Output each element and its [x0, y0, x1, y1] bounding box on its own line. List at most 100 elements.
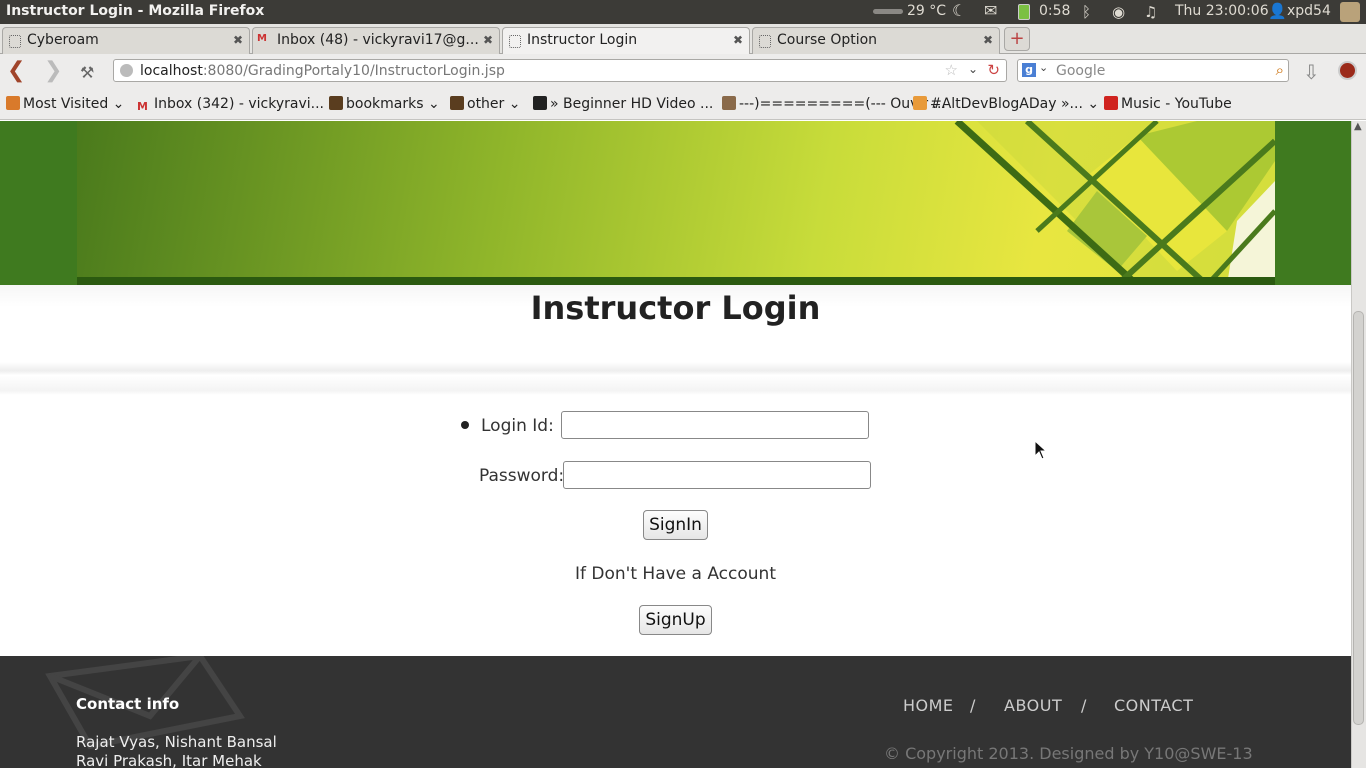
search-icon[interactable]: ⌕: [1276, 61, 1284, 79]
session-icon[interactable]: [1340, 2, 1360, 22]
bookmark-label: Inbox (342) - vickyravi...: [154, 96, 324, 112]
footer-link-home[interactable]: HOME: [903, 696, 954, 715]
gmail-icon: M: [257, 33, 267, 44]
chevron-down-icon: ⌄: [1087, 96, 1100, 112]
contact-names-line: Rajat Vyas, Nishant Bansal: [76, 733, 277, 751]
tab-label: Inbox (48) - vickyravi17@g...: [277, 32, 479, 48]
close-tab-icon[interactable]: ✖: [233, 33, 243, 47]
system-top-bar: Instructor Login - Mozilla Firefox 29 °C…: [0, 0, 1366, 24]
login-id-input[interactable]: [561, 411, 869, 439]
page-viewport: Instructor Login Login Id: Password: Sig…: [0, 121, 1351, 768]
tab-label: Instructor Login: [527, 32, 638, 48]
tab-cyberoam[interactable]: Cyberoam ✖: [2, 27, 250, 54]
footer-separator: /: [1081, 696, 1087, 715]
site-icon: [533, 96, 547, 110]
page-icon: [759, 35, 771, 48]
battery-icon[interactable]: [1018, 4, 1030, 20]
close-tab-icon[interactable]: ✖: [733, 33, 743, 47]
volume-icon[interactable]: ♫: [1144, 3, 1157, 21]
mouse-cursor-icon: [1034, 440, 1048, 460]
footer-link-contact[interactable]: CONTACT: [1114, 696, 1193, 715]
login-id-label: Login Id:: [481, 416, 554, 436]
rss-folder-icon: [6, 96, 20, 110]
footer-separator: /: [970, 696, 976, 715]
site-icon: [722, 96, 736, 110]
page-icon: [9, 35, 21, 48]
close-tab-icon[interactable]: ✖: [483, 33, 493, 47]
tab-label: Cyberoam: [27, 32, 99, 48]
search-placeholder: Google: [1056, 63, 1106, 79]
scrollbar-thumb[interactable]: [1353, 311, 1364, 725]
scroll-up-arrow-icon[interactable]: ▲: [1354, 121, 1362, 132]
signin-button[interactable]: SignIn: [643, 510, 708, 540]
password-input[interactable]: [563, 461, 871, 489]
gmail-icon: M: [137, 100, 148, 113]
bookmark-folder-bookmarks[interactable]: bookmarks ⌄: [329, 96, 440, 112]
bookmark-beginner-hd[interactable]: » Beginner HD Video ...: [533, 96, 713, 112]
url-host: localhost: [140, 63, 203, 79]
copyright-text: © Copyright 2013. Designed by Y10@SWE-13: [884, 744, 1253, 763]
bookmarks-toolbar: Most Visited ⌄ M Inbox (342) - vickyravi.…: [0, 90, 1366, 120]
temperature-indicator[interactable]: 29 °C: [907, 3, 946, 19]
page-icon: [509, 35, 521, 48]
addon-icon[interactable]: [1338, 61, 1357, 80]
moon-icon[interactable]: ☾: [952, 1, 966, 20]
history-icon[interactable]: ⚒: [80, 62, 94, 84]
youtube-icon: [1104, 96, 1118, 110]
tab-bar: Cyberoam ✖ M Inbox (48) - vickyravi17@g.…: [0, 24, 1366, 54]
page-title: Instructor Login: [530, 289, 821, 327]
new-tab-button[interactable]: +: [1004, 27, 1030, 51]
url-path: :8080/GradingPortaly10/InstructorLogin.j…: [202, 63, 505, 79]
banner-stripe: [77, 277, 1275, 285]
bookmark-altdevblog[interactable]: #AltDevBlogADay »... ⌄: [913, 96, 1099, 112]
folder-icon: [450, 96, 464, 110]
mail-icon[interactable]: ✉: [984, 1, 997, 20]
user-name[interactable]: xpd54: [1287, 3, 1331, 19]
contact-info-heading: Contact info: [76, 695, 180, 713]
footer-link-about[interactable]: ABOUT: [1004, 696, 1062, 715]
chevron-down-icon: ⌄: [427, 96, 440, 112]
bookmark-label: Music - YouTube: [1121, 96, 1232, 112]
url-dropdown-icon[interactable]: ⌄: [968, 62, 978, 76]
forward-button[interactable]: ❯: [44, 60, 62, 82]
tab-instructor-login[interactable]: Instructor Login ✖: [502, 27, 750, 54]
password-label: Password:: [479, 466, 565, 486]
contact-names-line: Ravi Prakash, Itar Mehak: [76, 752, 262, 768]
battery-time[interactable]: 0:58: [1039, 3, 1070, 19]
reload-icon[interactable]: ↻: [987, 61, 1000, 79]
header-banner: [77, 121, 1275, 285]
engine-dropdown-icon[interactable]: ⌄: [1039, 61, 1048, 74]
clock[interactable]: Thu 23:00:06: [1175, 3, 1269, 19]
search-bar[interactable]: g ⌄ Google ⌕: [1017, 59, 1289, 82]
window-title: Instructor Login - Mozilla Firefox: [6, 3, 265, 19]
bookmark-most-visited[interactable]: Most Visited ⌄: [6, 96, 124, 112]
chevron-down-icon: ⌄: [508, 96, 521, 112]
bluetooth-icon[interactable]: ᛒ: [1082, 3, 1091, 21]
bookmark-label: Most Visited: [23, 96, 109, 112]
footer: Contact info Rajat Vyas, Nishant Bansal …: [0, 656, 1351, 768]
site-identity-icon[interactable]: [120, 64, 133, 77]
url-bar[interactable]: localhost:8080/GradingPortaly10/Instruct…: [113, 59, 1007, 82]
tab-inbox[interactable]: M Inbox (48) - vickyravi17@g... ✖: [252, 27, 500, 54]
network-icon[interactable]: ◉: [1112, 3, 1125, 21]
bookmark-label: » Beginner HD Video ...: [550, 96, 714, 112]
bookmark-label: bookmarks: [346, 96, 424, 112]
back-button[interactable]: ❮: [7, 60, 25, 82]
bookmark-label: other: [467, 96, 505, 112]
bookmark-star-icon[interactable]: ☆: [945, 61, 958, 79]
tab-label: Course Option: [777, 32, 878, 48]
google-engine-icon[interactable]: g: [1022, 63, 1036, 77]
weather-icon[interactable]: [873, 9, 903, 14]
bullet-icon: [461, 421, 469, 429]
user-icon[interactable]: 👤: [1268, 2, 1287, 20]
download-icon[interactable]: ⇩: [1303, 60, 1320, 84]
contact-names: Rajat Vyas, Nishant Bansal Ravi Prakash,…: [76, 733, 277, 768]
signup-button[interactable]: SignUp: [639, 605, 712, 635]
close-tab-icon[interactable]: ✖: [983, 33, 993, 47]
banner-graphic: [954, 121, 1275, 285]
bookmark-music-youtube[interactable]: Music - YouTube: [1104, 96, 1232, 112]
tab-course-option[interactable]: Course Option ✖: [752, 27, 1000, 54]
bookmark-inbox[interactable]: M Inbox (342) - vickyravi...: [137, 96, 324, 114]
no-account-text: If Don't Have a Account: [575, 564, 776, 584]
bookmark-folder-other[interactable]: other ⌄: [450, 96, 520, 112]
